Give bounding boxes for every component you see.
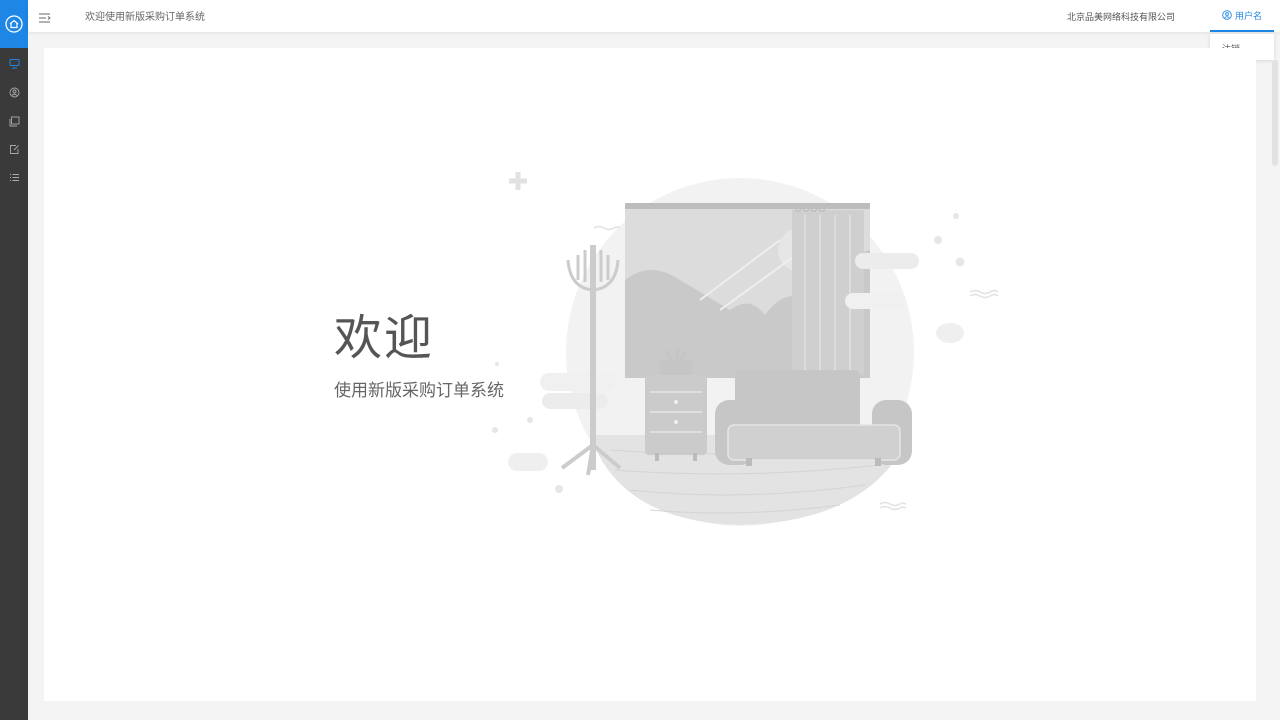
menu-toggle-button[interactable] <box>38 9 52 23</box>
document-edit-icon <box>9 144 19 154</box>
app-logo[interactable] <box>0 0 28 48</box>
list-icon <box>9 173 19 181</box>
sidebar-item-dashboard[interactable] <box>8 57 20 69</box>
home-icon <box>5 15 23 33</box>
page-title: 欢迎使用新版采购订单系统 <box>85 12 205 23</box>
sidebar <box>0 0 28 720</box>
sidebar-item-users[interactable] <box>8 86 20 98</box>
user-name-label: 用户名 <box>1234 11 1262 22</box>
menu-fold-icon <box>39 13 51 23</box>
welcome-subtitle: 使用新版采购订单系统 <box>334 381 504 401</box>
gallery-icon <box>9 116 19 126</box>
user-circle-icon <box>9 87 19 97</box>
top-header: 欢迎使用新版采购订单系统 北京品美网络科技有限公司 用户名 <box>28 0 1280 32</box>
welcome-title: 欢迎 <box>334 310 435 366</box>
user-menu-button[interactable]: 用户名 <box>1210 0 1274 32</box>
company-name: 北京品美网络科技有限公司 <box>1067 13 1176 23</box>
welcome-illustration <box>492 172 999 526</box>
sidebar-item-orders[interactable] <box>8 143 20 155</box>
sidebar-item-gallery[interactable] <box>8 115 20 127</box>
sidebar-item-list[interactable] <box>8 171 20 183</box>
user-icon <box>1222 10 1232 20</box>
page-scrollbar[interactable] <box>1272 60 1278 166</box>
monitor-icon <box>9 58 19 68</box>
